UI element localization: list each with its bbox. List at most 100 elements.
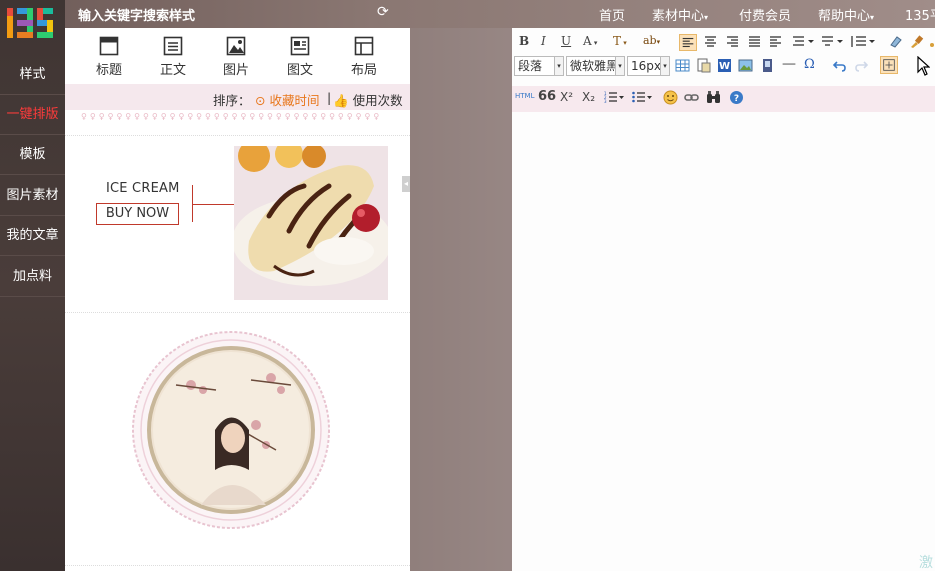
underline-button[interactable]: U (561, 34, 571, 48)
font-color-label: A (583, 34, 592, 48)
html-source-button[interactable]: HTML (515, 92, 534, 100)
redo-icon[interactable] (854, 58, 869, 73)
nav-home[interactable]: 首页 (599, 5, 625, 24)
sidebar-item-styles[interactable]: 样式 (0, 55, 65, 95)
svg-text:?: ? (734, 94, 739, 104)
tab-title[interactable]: 标题 (84, 36, 134, 78)
justify-icon[interactable] (747, 34, 762, 49)
sort-separator: | (327, 90, 332, 105)
watermark-text: 激 (919, 555, 933, 571)
sort-by-usage[interactable]: 👍 使用次数 (333, 90, 403, 109)
tab-title-label: 标题 (95, 63, 122, 78)
sort-fav-label: 收藏时间 (269, 93, 320, 108)
unordered-list-icon[interactable] (631, 90, 653, 105)
chevron-down-icon: ▾ (870, 13, 875, 22)
sidebar-item-templates[interactable]: 模板 (0, 135, 65, 175)
paragraph-select[interactable]: 段落 ▾ (514, 56, 564, 76)
find-replace-icon[interactable] (706, 90, 721, 105)
superscript-button[interactable]: X² (560, 90, 573, 104)
line-height-icon[interactable] (850, 34, 876, 49)
editor-toolbar-row-1: B I U A ▾ T ▾ ab▾ (512, 30, 935, 54)
chevron-down-icon: ▾ (615, 57, 624, 75)
body-text-icon (163, 36, 183, 56)
nav-135[interactable]: 135平 (905, 5, 935, 24)
image-text-icon (290, 36, 310, 56)
chevron-down-icon: ▾ (656, 38, 661, 46)
media-icon[interactable] (760, 58, 775, 73)
font-size-value: 16px (631, 59, 661, 73)
sidebar-item-my-articles[interactable]: 我的文章 (0, 216, 65, 256)
style-card-circle-frame[interactable] (131, 330, 331, 530)
highlight-button[interactable]: ab▾ (643, 34, 660, 47)
thumbs-up-icon: 👍 (333, 93, 349, 108)
horizontal-rule-button[interactable]: — (782, 56, 796, 72)
help-icon[interactable]: ? (729, 90, 744, 105)
divider (65, 565, 410, 566)
chevron-down-icon: ▾ (660, 57, 669, 75)
link-icon[interactable] (684, 90, 699, 105)
align-center-icon[interactable] (703, 34, 718, 49)
tab-layout-label: 布局 (350, 63, 377, 78)
indent-dropdown-icon[interactable] (791, 34, 815, 49)
align-right-icon[interactable] (725, 34, 740, 49)
chevron-down-icon: ▾ (704, 13, 709, 22)
more-icon[interactable] (929, 34, 935, 49)
buy-now-button[interactable]: BUY NOW (96, 203, 179, 225)
style-panel: 标题 正文 图片 图文 布局 排序： ⊙ 收藏时间 | 👍 使用次数 ♀♀♀♀♀… (65, 28, 410, 571)
divider (65, 135, 410, 136)
editor-toolbar-row-3: HTML 66 X² X₂ 123 ? (512, 86, 935, 112)
tab-image[interactable]: 图片 (211, 36, 261, 78)
insert-frame-icon[interactable] (880, 56, 898, 74)
logo-icon (7, 8, 53, 38)
tab-layout[interactable]: 布局 (339, 36, 389, 78)
distribute-icon[interactable] (768, 34, 783, 49)
sidebar-item-extras[interactable]: 加点料 (0, 257, 65, 297)
bold-button[interactable]: B (519, 34, 529, 48)
svg-text:W: W (719, 61, 730, 72)
refresh-icon[interactable]: ⟳ (377, 4, 389, 20)
mouse-cursor-icon (917, 56, 930, 76)
editor-area[interactable]: B I U A ▾ T ▾ ab▾ 段落 ▾ 微软雅黑 ▾ 16px ▾ W — Ω (512, 28, 935, 571)
scroll-handle[interactable]: ◂ (402, 176, 410, 192)
connector-line (192, 204, 234, 205)
sidebar-item-one-click-layout[interactable]: 一键排版 (0, 95, 65, 135)
nav-help-center[interactable]: 帮助中心▾ (818, 5, 874, 24)
tab-body[interactable]: 正文 (148, 36, 198, 78)
text-style-button[interactable]: T ▾ (613, 34, 627, 48)
sidebar-item-image-assets[interactable]: 图片素材 (0, 176, 65, 216)
search-input[interactable]: 输入关键字搜索样式 (78, 5, 195, 24)
font-family-value: 微软雅黑 (570, 59, 619, 73)
tab-image-text[interactable]: 图文 (275, 36, 325, 78)
blockquote-button[interactable]: 66 (538, 89, 556, 104)
tab-body-label: 正文 (159, 63, 186, 78)
import-icon[interactable] (696, 58, 711, 73)
emoji-icon[interactable] (663, 90, 678, 105)
nav-help-label: 帮助中心 (818, 9, 871, 24)
font-family-select[interactable]: 微软雅黑 ▾ (566, 56, 625, 76)
font-size-select[interactable]: 16px ▾ (627, 56, 670, 76)
paragraph-value: 段落 (518, 59, 543, 73)
layout-icon (354, 36, 374, 56)
paragraph-spacing-icon[interactable] (820, 34, 844, 49)
italic-button[interactable]: I (541, 34, 546, 48)
table-icon[interactable] (675, 58, 690, 73)
nav-material-label: 素材中心 (652, 9, 705, 24)
image-icon (226, 36, 246, 56)
sort-by-favorite-time[interactable]: ⊙ 收藏时间 (255, 90, 319, 109)
ice-cream-photo (234, 146, 388, 300)
nav-material-center[interactable]: 素材中心▾ (652, 5, 708, 24)
category-tabs: 标题 正文 图片 图文 布局 (65, 28, 410, 84)
font-color-button[interactable]: A ▾ (583, 34, 597, 48)
nav-vip[interactable]: 付费会员 (739, 5, 791, 24)
align-left-icon[interactable] (679, 34, 697, 51)
subscript-button[interactable]: X₂ (582, 90, 595, 104)
word-import-icon[interactable]: W (717, 58, 732, 73)
undo-icon[interactable] (832, 58, 847, 73)
special-char-button[interactable]: Ω (804, 57, 815, 72)
insert-image-icon[interactable] (738, 58, 753, 73)
ordered-list-icon[interactable]: 123 (603, 90, 625, 105)
eraser-icon[interactable] (888, 34, 903, 49)
format-brush-icon[interactable] (909, 34, 924, 49)
svg-text:3: 3 (604, 99, 607, 104)
chevron-down-icon: ▾ (591, 39, 598, 47)
